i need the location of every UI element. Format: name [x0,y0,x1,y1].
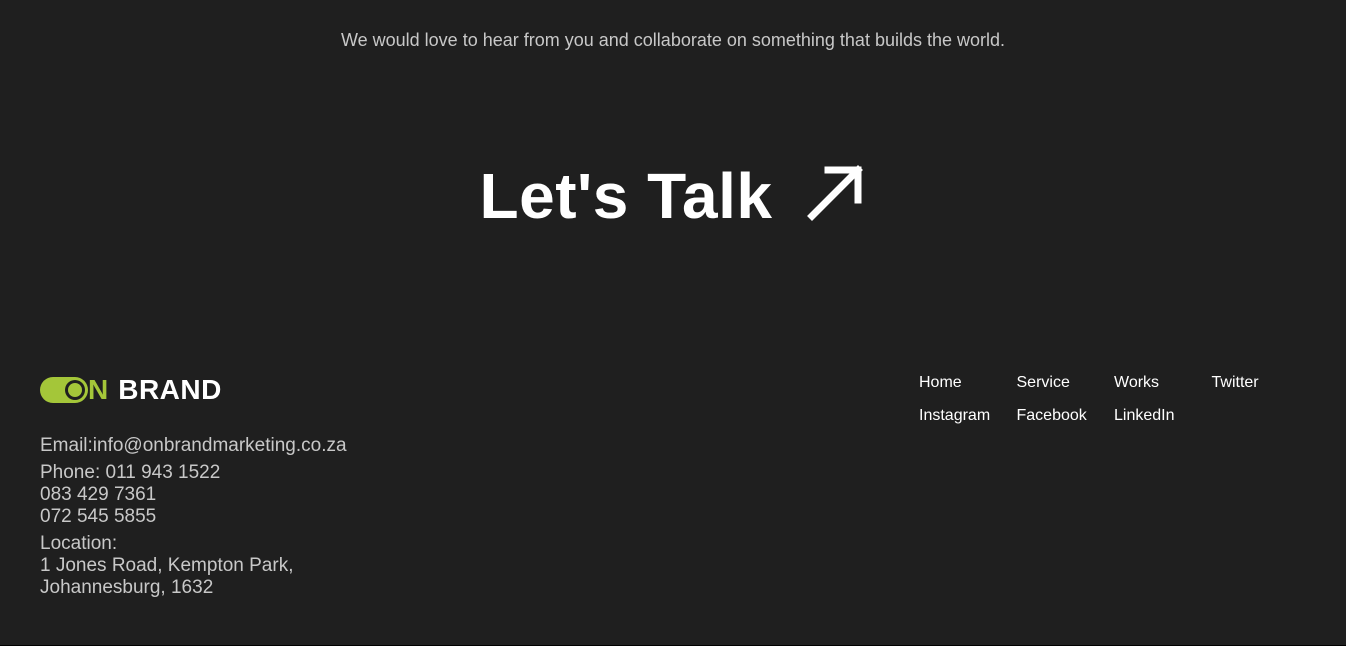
toggle-switch-icon [40,377,88,403]
cta-label: Let's Talk [479,160,773,232]
nav-link-linkedin[interactable]: LinkedIn [1114,405,1212,426]
logo-letter-n: N [88,374,109,405]
nav-link-facebook[interactable]: Facebook [1017,405,1115,426]
contact-email: Email:info@onbrandmarketing.co.za [40,435,347,456]
cta-section: Let's Talk [0,158,1346,234]
nav-link-service[interactable]: Service [1017,372,1115,393]
contact-phone-2: 083 429 7361 [40,484,157,505]
footer-nav: Home Service Works Twitter Instagram Fac… [919,372,1309,426]
contact-phone-3: 072 545 5855 [40,506,157,527]
location-label: Location: [40,533,118,554]
logo-word-brand: BRAND [118,374,222,405]
arrow-up-right-icon [806,162,866,222]
onbrand-logo[interactable]: N BRAND [40,374,222,406]
nav-link-instagram[interactable]: Instagram [919,405,1017,426]
contact-info: Email:info@onbrandmarketing.co.za Phone:… [40,435,347,604]
lets-talk-link[interactable]: Let's Talk [480,158,867,234]
contact-phone-1: Phone: 011 943 1522 [40,462,221,483]
tagline: We would love to hear from you and colla… [340,30,1006,50]
nav-link-works[interactable]: Works [1114,372,1212,393]
address-line-2: Johannesburg, 1632 [40,577,214,598]
address-line-1: 1 Jones Road, Kempton Park, [40,555,294,576]
nav-link-home[interactable]: Home [919,372,1017,393]
nav-link-twitter[interactable]: Twitter [1212,372,1310,393]
